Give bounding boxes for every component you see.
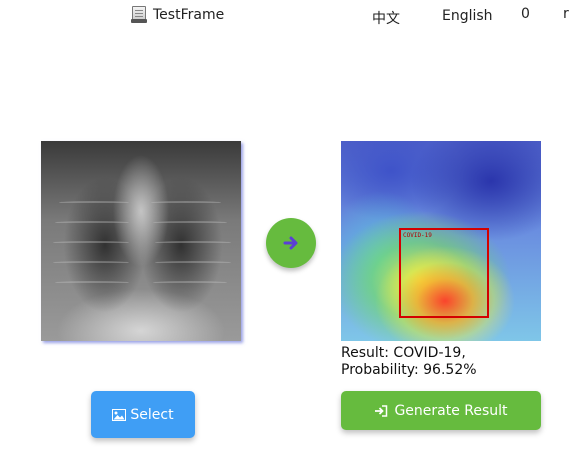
result-line: Result: COVID-19, bbox=[341, 345, 466, 361]
window-title: TestFrame bbox=[153, 6, 225, 23]
select-label: Select bbox=[130, 406, 174, 423]
bbox-label: COVID-19 bbox=[403, 232, 432, 239]
title-bar: TestFrame 中文 English 0 r bbox=[0, 0, 582, 34]
language-chinese-link[interactable]: 中文 bbox=[372, 8, 400, 28]
input-xray-image bbox=[41, 141, 241, 341]
generate-label: Generate Result bbox=[394, 402, 508, 419]
app-title: TestFrame bbox=[131, 6, 224, 23]
language-english-link[interactable]: English bbox=[442, 8, 493, 24]
generate-result-button[interactable]: Generate Result bbox=[341, 391, 541, 430]
convert-arrow-button[interactable] bbox=[266, 218, 316, 268]
truncated-label: r bbox=[563, 6, 569, 22]
sign-in-icon bbox=[374, 404, 388, 417]
counter-value: 0 bbox=[521, 6, 530, 22]
probability-line: Probability: 96.52% bbox=[341, 362, 477, 378]
arrow-right-icon bbox=[282, 234, 300, 252]
output-heatmap-image: COVID-19 bbox=[341, 141, 541, 341]
select-button[interactable]: Select bbox=[91, 391, 195, 438]
app-book-icon bbox=[131, 6, 147, 23]
detection-bounding-box: COVID-19 bbox=[399, 228, 489, 318]
result-text: Result: COVID-19, Probability: 96.52% bbox=[341, 345, 477, 379]
image-icon bbox=[112, 408, 127, 421]
